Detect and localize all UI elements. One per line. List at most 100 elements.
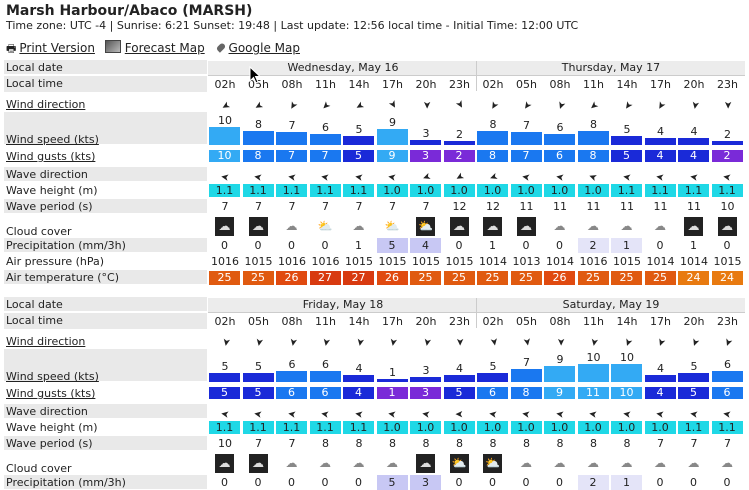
label-wave-period: Wave period (s)	[6, 437, 93, 450]
wave-direction-arrow-icon: ➤	[387, 170, 398, 183]
wind-speed-value: 7	[288, 119, 296, 133]
wind-direction-arrow-icon: ➤	[285, 98, 300, 112]
wind-direction-arrow-icon: ➤	[654, 336, 668, 348]
wind-gust-cell: 6	[309, 387, 341, 399]
wave-height-cell: 1.1	[209, 184, 240, 197]
precipitation-cell: 0	[254, 476, 262, 489]
wave-height-cell: 1.1	[711, 421, 743, 434]
label-wind-speed[interactable]: Wind speed (kts)	[6, 133, 99, 146]
air-temperature-cell: 24	[711, 271, 743, 285]
label-precipitation: Precipitation (mm/3h)	[6, 476, 126, 489]
wind-speed-bar	[410, 139, 441, 145]
cloud-cover-icon: ☁	[248, 454, 268, 473]
air-temperature-cell: 25	[209, 271, 240, 285]
time-cell: 14h	[348, 315, 370, 328]
wind-speed-bar	[678, 137, 709, 145]
wave-period-cell: 11	[519, 200, 534, 213]
wind-speed-value: 6	[322, 358, 329, 372]
map-icon	[104, 40, 121, 53]
wind-speed-bar	[276, 371, 307, 382]
wind-speed-value: 3	[422, 126, 430, 140]
wind-speed-bar	[544, 134, 575, 145]
precipitation-cell: 2	[577, 238, 609, 253]
wave-period-cell: 8	[489, 437, 497, 450]
wind-speed-value: 7	[523, 356, 530, 370]
label-cloud-cover: Cloud cover	[6, 462, 72, 475]
wave-period-cell: 7	[724, 437, 731, 450]
label-wind-gusts[interactable]: Wind gusts (kts)	[6, 387, 95, 400]
label-local-date: Local date	[6, 298, 63, 311]
wave-direction-arrow-icon: ➤	[253, 407, 264, 420]
wave-height-cell: 1.1	[644, 184, 676, 197]
wave-direction-arrow-icon: ➤	[722, 407, 733, 420]
label-local-date: Local date	[6, 61, 63, 74]
time-cell: 17h	[382, 78, 403, 91]
wind-gust-cell: 8	[477, 150, 508, 162]
wind-speed-value: 2	[724, 128, 731, 142]
label-wind-speed[interactable]: Wind speed (kts)	[6, 370, 99, 383]
label-wave-height: Wave height (m)	[6, 184, 98, 197]
cloud-cover-icon: ☁	[684, 454, 703, 473]
day-header: Friday, May 18	[302, 298, 384, 311]
wind-gust-cell: 7	[309, 150, 341, 162]
wave-direction-arrow-icon: ➤	[688, 170, 699, 183]
precipitation-cell: 2	[577, 475, 609, 490]
wind-gust-cell: 4	[343, 387, 374, 399]
cloud-cover-icon: ☁	[349, 454, 368, 473]
wave-height-cell: 1.0	[376, 184, 408, 197]
time-cell: 05h	[516, 315, 537, 328]
wave-height-cell: 1.0	[577, 184, 609, 197]
wave-height-cell: 1.0	[510, 421, 542, 434]
wave-period-cell: 7	[355, 200, 363, 213]
precipitation-cell: 1	[355, 239, 362, 252]
cloud-cover-icon: ☁	[684, 217, 703, 236]
wind-speed-value: 8	[255, 117, 262, 131]
wind-direction-arrow-icon: ➤	[487, 336, 500, 347]
air-pressure-cell: 1014	[680, 255, 708, 268]
wave-period-cell: 8	[355, 437, 363, 450]
wind-speed-value: 9	[556, 352, 564, 366]
air-pressure-cell: 1015	[345, 255, 373, 268]
label-wind-direction[interactable]: Wind direction	[6, 335, 85, 348]
precipitation-cell: 0	[690, 476, 697, 489]
label-cloud-cover: Cloud cover	[6, 225, 72, 238]
cloud-cover-icon: ☁	[617, 217, 636, 236]
wind-speed-value: 4	[690, 124, 698, 138]
print-version-link[interactable]: Print Version	[19, 41, 95, 55]
wave-height-cell: 1.1	[276, 421, 307, 434]
wave-direction-arrow-icon: ➤	[521, 407, 532, 420]
label-local-time: Local time	[6, 77, 63, 90]
wave-direction-arrow-icon: ➤	[487, 407, 498, 420]
time-cell: 23h	[449, 78, 470, 91]
wave-direction-arrow-icon: ➤	[420, 407, 431, 420]
wind-gust-cell: 7	[276, 150, 307, 162]
wind-speed-value: 6	[288, 358, 296, 372]
wind-speed-bar	[276, 132, 307, 145]
cloud-cover-icon: ☁	[449, 217, 469, 236]
precipitation-cell: 0	[355, 476, 362, 489]
wave-period-cell: 8	[456, 437, 463, 450]
time-cell: 11h	[583, 78, 604, 91]
wave-period-cell: 7	[255, 200, 262, 213]
wind-speed-value: 2	[456, 128, 463, 142]
wave-height-cell: 1.0	[477, 184, 508, 197]
wind-speed-bar	[242, 373, 274, 382]
wind-direction-arrow-icon: ➤	[420, 337, 433, 348]
forecast-map-link[interactable]: Forecast Map	[125, 41, 205, 55]
wind-gust-cell: 1	[376, 387, 408, 399]
air-pressure-cell: 1014	[479, 255, 507, 268]
precipitation-cell: 0	[288, 476, 295, 489]
wind-gust-cell: 5	[611, 150, 642, 162]
wind-gust-cell: 8	[242, 150, 274, 162]
time-cell: 05h	[248, 315, 269, 328]
time-cell: 20h	[683, 315, 705, 328]
label-wind-gusts[interactable]: Wind gusts (kts)	[6, 150, 95, 163]
wave-height-cell: 1.0	[544, 184, 575, 197]
cloud-cover-icon: ⛅	[449, 454, 469, 473]
wave-period-cell: 12	[452, 200, 467, 213]
wind-speed-bar	[544, 365, 575, 382]
wave-period-cell: 8	[322, 437, 329, 450]
label-wind-direction[interactable]: Wind direction	[6, 98, 85, 111]
wind-speed-bar	[343, 374, 374, 382]
google-map-link[interactable]: Google Map	[229, 41, 300, 55]
